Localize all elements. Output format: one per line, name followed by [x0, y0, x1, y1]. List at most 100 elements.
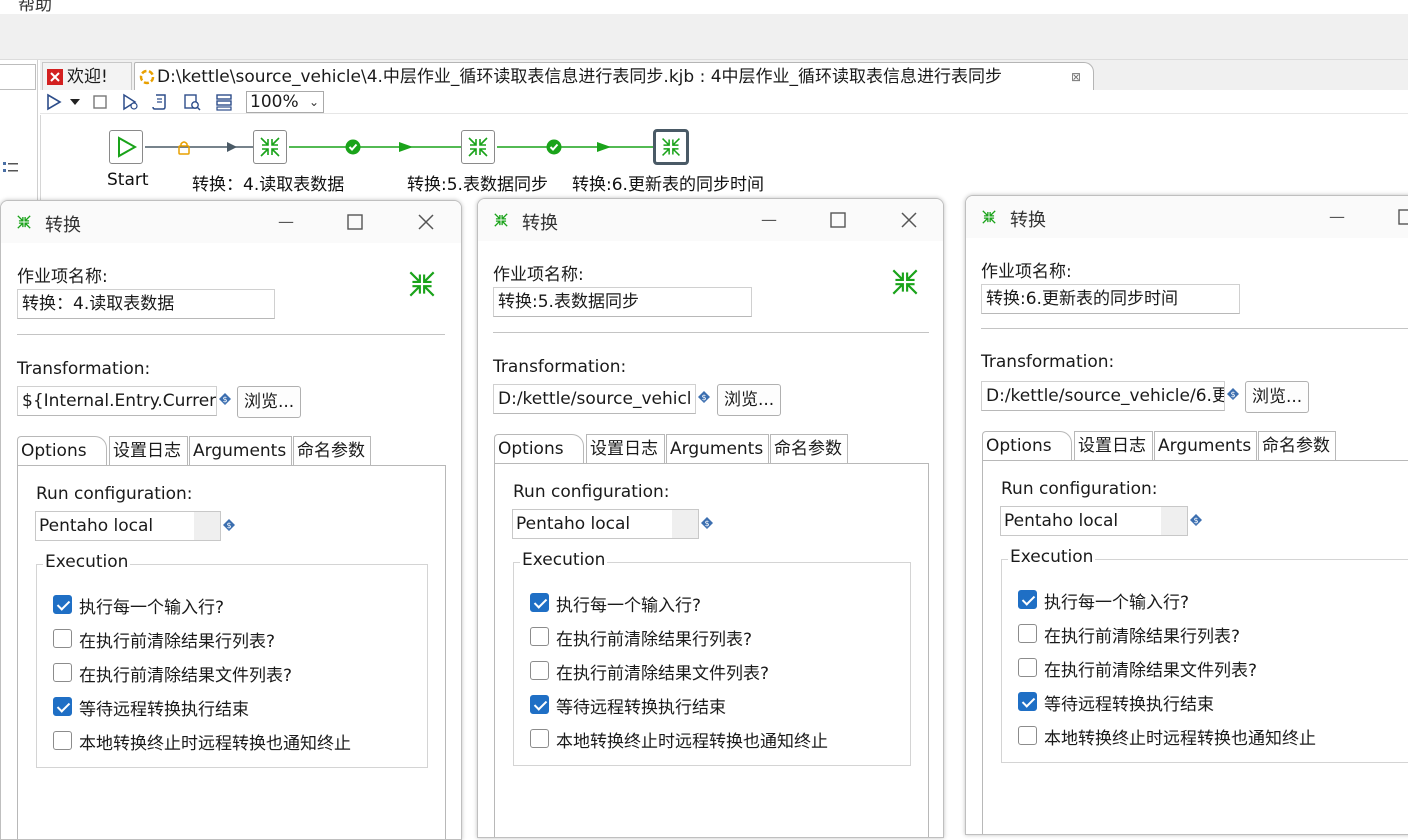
trans-node-3[interactable]	[653, 129, 689, 165]
checkbox-wait-remote[interactable]	[53, 697, 72, 716]
tab-logging[interactable]: 设置日志	[1074, 431, 1153, 461]
run-config-select[interactable]: Pentaho local	[35, 511, 221, 541]
checkbox-label: 在执行前清除结果文件列表?	[79, 666, 293, 686]
checkbox-notify-remote-stop[interactable]	[1018, 726, 1037, 745]
tab-named-params[interactable]: 命名参数	[1258, 431, 1336, 461]
svg-text:$: $	[222, 395, 227, 404]
tab-arguments[interactable]: Arguments	[666, 434, 769, 464]
execution-group: Execution 执行每一个输入行? 在执行前清除结果行列表? 在执行前清除结…	[1001, 547, 1408, 763]
browse-button[interactable]: 浏览...	[717, 384, 782, 416]
execution-group-title: Execution	[43, 552, 131, 572]
run-config-select[interactable]: Pentaho local	[1000, 506, 1188, 536]
checkbox-clear-result-rows[interactable]	[53, 629, 72, 648]
transformation-path-field[interactable]: D:/kettle/source_vehicl	[493, 384, 696, 414]
job-entry-name-label: 作业项名称:	[493, 265, 584, 285]
checkbox-exec-each-row[interactable]	[1018, 590, 1037, 609]
run-config-value: Pentaho local	[516, 514, 631, 534]
tab-arguments[interactable]: Arguments	[1154, 431, 1257, 461]
tab-named-params[interactable]: 命名参数	[770, 434, 848, 464]
layout-icon[interactable]	[214, 92, 234, 112]
tab-named-params[interactable]: 命名参数	[293, 436, 371, 466]
variable-icon[interactable]: $	[1190, 514, 1202, 526]
maximize-icon[interactable]	[829, 211, 847, 229]
menu-bar: 帮助	[0, 0, 1408, 14]
browse-button[interactable]: 浏览...	[237, 386, 302, 418]
browse-button[interactable]: 浏览...	[1245, 381, 1310, 413]
execution-group-title: Execution	[520, 550, 608, 570]
transformation-label: Transformation:	[981, 352, 1115, 372]
transformation-icon	[17, 215, 31, 229]
checkbox-exec-each-row[interactable]	[530, 593, 549, 612]
checkbox-clear-result-rows[interactable]	[530, 627, 549, 646]
job-icon	[139, 69, 155, 85]
dialog-title-bar: 转换 —	[1, 201, 461, 243]
zoom-value: 100%	[250, 92, 299, 112]
checkbox-exec-each-row[interactable]	[53, 595, 72, 614]
transformation-icon	[892, 269, 918, 295]
job-toolbar: 100% ⌄	[40, 90, 1408, 114]
checkbox-clear-result-files[interactable]	[1018, 658, 1037, 677]
options-tab-panel: Run configuration: Pentaho local $ Execu…	[982, 460, 1408, 834]
job-entry-name-field[interactable]: 转换:6.更新表的同步时间	[981, 284, 1240, 314]
transformation-icon	[468, 137, 488, 157]
success-check-icon	[546, 139, 562, 155]
hop-arrow-2	[399, 142, 413, 152]
tab-close-icon[interactable]: ⊠	[1071, 63, 1081, 91]
minimize-icon[interactable]: —	[760, 211, 778, 229]
minimize-icon[interactable]: —	[277, 213, 295, 231]
check-icon[interactable]	[182, 92, 202, 112]
maximize-icon[interactable]	[1397, 208, 1408, 226]
close-icon[interactable]	[900, 211, 918, 229]
preview-icon[interactable]	[120, 92, 140, 112]
start-node[interactable]	[109, 130, 143, 164]
job-entry-name-field[interactable]: 转换:5.表数据同步	[493, 287, 752, 317]
list-view-icon[interactable]	[2, 160, 20, 176]
tab-options[interactable]: Options	[17, 436, 107, 466]
tab-options[interactable]: Options	[494, 434, 584, 464]
variable-icon[interactable]: $	[223, 519, 235, 531]
variable-icon[interactable]: $	[701, 517, 713, 529]
tab-logging[interactable]: 设置日志	[586, 434, 665, 464]
run-config-select[interactable]: Pentaho local	[512, 509, 699, 539]
dropdown-button[interactable]	[672, 510, 698, 538]
tab-options[interactable]: Options	[982, 431, 1072, 461]
transformation-path-field[interactable]: ${Internal.Entry.Curren	[17, 386, 217, 416]
left-panel-tab[interactable]	[0, 64, 36, 90]
zoom-select[interactable]: 100% ⌄	[246, 91, 324, 113]
transformation-icon	[982, 210, 996, 224]
checkbox-wait-remote[interactable]	[1018, 692, 1037, 711]
run-dropdown-icon[interactable]	[68, 92, 82, 112]
start-node-label: Start	[107, 170, 149, 190]
stop-icon[interactable]	[90, 92, 110, 112]
run-icon[interactable]	[44, 92, 64, 112]
menu-help[interactable]: 帮助	[18, 0, 52, 14]
dropdown-button[interactable]	[1161, 507, 1187, 535]
tab-logging[interactable]: 设置日志	[109, 436, 188, 466]
trans-node-1[interactable]	[253, 130, 287, 164]
checkbox-wait-remote[interactable]	[530, 695, 549, 714]
tab-job[interactable]: D:\kettle\source_vehicle\4.中层作业_循环读取表信息进…	[134, 62, 1094, 90]
checkbox-clear-result-rows[interactable]	[1018, 624, 1037, 643]
options-tab-panel: Run configuration: Pentaho local $ Execu…	[494, 463, 929, 837]
checkbox-notify-remote-stop[interactable]	[530, 729, 549, 748]
tab-arguments[interactable]: Arguments	[189, 436, 292, 466]
close-icon[interactable]	[417, 213, 435, 231]
job-entry-name-field[interactable]: 转换：4.读取表数据	[17, 289, 275, 319]
tab-welcome[interactable]: 欢迎!	[42, 62, 132, 90]
variable-icon[interactable]: $	[1227, 388, 1239, 400]
job-canvas[interactable]: Start 转换：4.读取表数据 转换:5.表数据同步 转换:6.更新表的同步时…	[40, 115, 1408, 205]
checkbox-notify-remote-stop[interactable]	[53, 731, 72, 750]
dialog-title: 转换	[45, 215, 81, 236]
transformation-path-field[interactable]: D:/kettle/source_vehicle/6.更	[981, 381, 1225, 411]
variable-icon[interactable]: $	[698, 391, 710, 403]
top-toolbar-area	[0, 14, 1408, 60]
variable-icon[interactable]: $	[219, 393, 231, 405]
maximize-icon[interactable]	[346, 213, 364, 231]
dropdown-button[interactable]	[194, 512, 220, 540]
checkbox-clear-result-files[interactable]	[530, 661, 549, 680]
script-icon[interactable]	[150, 92, 170, 112]
checkbox-clear-result-files[interactable]	[53, 663, 72, 682]
execution-group: Execution 执行每一个输入行? 在执行前清除结果行列表? 在执行前清除结…	[513, 550, 911, 766]
minimize-icon[interactable]: —	[1328, 208, 1346, 226]
trans-node-2[interactable]	[461, 130, 495, 164]
